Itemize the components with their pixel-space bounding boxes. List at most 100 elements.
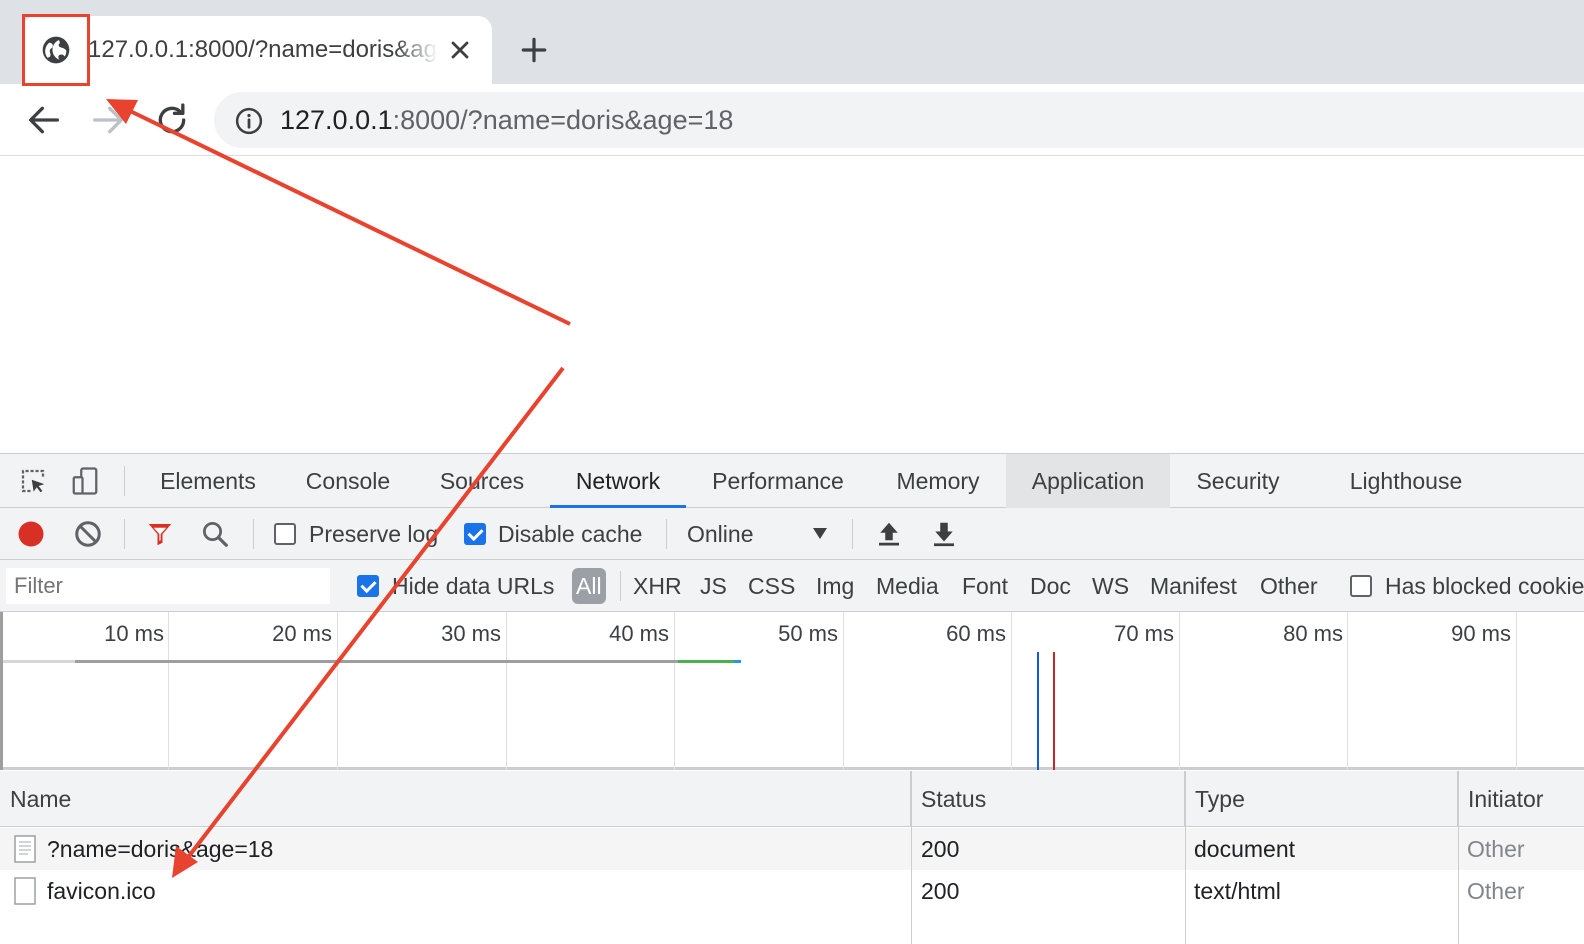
- reload-icon[interactable]: [152, 100, 192, 140]
- upload-icon[interactable]: [874, 519, 904, 549]
- overview-gridline: [1179, 612, 1180, 770]
- overview-tick: 10 ms: [104, 621, 164, 646]
- request-type: document: [1194, 836, 1296, 862]
- request-name: ?name=doris&age=18: [47, 836, 274, 862]
- overview-tick: 30 ms: [441, 621, 501, 646]
- filter-type-doc[interactable]: Doc: [1030, 560, 1071, 612]
- column-name[interactable]: Name: [0, 771, 911, 827]
- tab-performance[interactable]: Performance: [700, 454, 856, 508]
- hide-data-urls-label: Hide data URLs: [392, 573, 555, 599]
- overview-gridline: [168, 612, 169, 770]
- clear-icon[interactable]: [73, 519, 103, 549]
- toolbar-divider: [124, 466, 125, 496]
- column-initiator[interactable]: Initiator: [1458, 771, 1584, 827]
- search-icon[interactable]: [200, 519, 230, 549]
- overview-gridline: [1516, 612, 1517, 770]
- hide-data-urls-checkbox[interactable]: [357, 575, 379, 597]
- url-text: 127.0.0.1:8000/?name=doris&age=18: [280, 103, 733, 137]
- request-status: 200: [921, 878, 960, 904]
- throttling-select[interactable]: Online: [687, 508, 753, 560]
- forward-arrow-icon[interactable]: [88, 100, 128, 140]
- record-icon[interactable]: [16, 519, 46, 549]
- toolbar-divider: [124, 519, 125, 549]
- filter-type-css[interactable]: CSS: [748, 560, 795, 612]
- tab-memory[interactable]: Memory: [878, 454, 998, 508]
- plus-icon[interactable]: [518, 34, 550, 66]
- network-overview[interactable]: 10 ms 20 ms 30 ms 40 ms 50 ms 60 ms 70 m…: [0, 612, 1584, 770]
- back-arrow-icon[interactable]: [24, 100, 64, 140]
- tab-network[interactable]: Network: [550, 454, 686, 508]
- tab-strip: 127.0.0.1:8000/?name=doris&age=18: [0, 0, 1584, 84]
- inspect-element-icon[interactable]: [18, 466, 48, 496]
- overview-tick: 60 ms: [946, 621, 1006, 646]
- overview-left-edge: [0, 612, 3, 770]
- devtools-tab-bar: Elements Console Sources Network Perform…: [0, 454, 1584, 508]
- disable-cache-label: Disable cache: [498, 521, 643, 547]
- overview-queue-bar: [3, 660, 75, 663]
- tab-security[interactable]: Security: [1180, 454, 1296, 508]
- browser-tab[interactable]: 127.0.0.1:8000/?name=doris&age=18: [22, 16, 492, 84]
- preserve-log-checkbox[interactable]: [274, 523, 296, 545]
- filter-input[interactable]: [6, 568, 330, 604]
- overview-receive-bar: [678, 660, 734, 663]
- document-file-icon: [14, 835, 36, 863]
- table-row[interactable]: ?name=doris&age=18 200 document Other: [0, 828, 1584, 870]
- filter-type-font[interactable]: Font: [962, 560, 1008, 612]
- disable-cache-checkbox[interactable]: [464, 523, 486, 545]
- column-type[interactable]: Type: [1185, 771, 1458, 827]
- chevron-down-icon[interactable]: [813, 528, 827, 539]
- url-host: 127.0.0.1: [280, 105, 393, 135]
- filter-type-js[interactable]: JS: [700, 560, 727, 612]
- tab-lighthouse[interactable]: Lighthouse: [1330, 454, 1482, 508]
- tab-title: 127.0.0.1:8000/?name=doris&age=18: [88, 36, 438, 63]
- preserve-log-label: Preserve log: [309, 521, 439, 547]
- favicon-highlight-box: [22, 14, 90, 86]
- close-icon[interactable]: [446, 36, 474, 64]
- overview-tick: 20 ms: [272, 621, 332, 646]
- filter-type-media[interactable]: Media: [876, 560, 939, 612]
- overview-tick: 50 ms: [778, 621, 838, 646]
- overview-gridline: [843, 612, 844, 770]
- devtools-panel: Elements Console Sources Network Perform…: [0, 453, 1584, 944]
- overview-gridline: [1011, 612, 1012, 770]
- address-bar[interactable]: 127.0.0.1:8000/?name=doris&age=18: [214, 92, 1584, 148]
- overview-download-bar: [734, 660, 741, 663]
- download-icon[interactable]: [929, 519, 959, 549]
- has-blocked-cookies-label: Has blocked cookies: [1385, 573, 1584, 599]
- filter-type-img[interactable]: Img: [816, 560, 854, 612]
- request-initiator: Other: [1467, 836, 1525, 862]
- filter-bar: Hide data URLs All XHR JS CSS Img Media …: [0, 560, 1584, 612]
- toolbar-divider: [620, 571, 621, 601]
- has-blocked-cookies-checkbox[interactable]: [1350, 575, 1372, 597]
- domcontentloaded-marker: [1037, 652, 1039, 770]
- column-status[interactable]: Status: [911, 771, 1185, 827]
- browser-toolbar: 127.0.0.1:8000/?name=doris&age=18: [0, 84, 1584, 156]
- filter-type-all[interactable]: All: [572, 568, 606, 604]
- tab-application[interactable]: Application: [1006, 454, 1170, 508]
- overview-waiting-bar: [75, 660, 678, 663]
- overview-tick: 90 ms: [1451, 621, 1511, 646]
- filter-icon[interactable]: [145, 519, 175, 549]
- filter-type-other[interactable]: Other: [1260, 560, 1318, 612]
- tab-sources[interactable]: Sources: [426, 454, 538, 508]
- tab-console[interactable]: Console: [292, 454, 404, 508]
- requests-table-header: Name Status Type Initiator: [0, 771, 1584, 827]
- overview-tick: 70 ms: [1114, 621, 1174, 646]
- column-divider: [1185, 771, 1186, 944]
- column-divider: [911, 771, 912, 944]
- table-row[interactable]: favicon.ico 200 text/html Other: [0, 870, 1584, 912]
- overview-tick: 40 ms: [609, 621, 669, 646]
- request-name: favicon.ico: [47, 878, 156, 904]
- url-path: :8000/?name=doris&age=18: [392, 105, 734, 135]
- info-icon[interactable]: [234, 106, 264, 136]
- tab-elements[interactable]: Elements: [146, 454, 270, 508]
- network-toolbar: Preserve log Disable cache Online: [0, 508, 1584, 560]
- filter-type-xhr[interactable]: XHR: [633, 560, 682, 612]
- request-initiator: Other: [1467, 878, 1525, 904]
- toolbar-divider: [253, 519, 254, 549]
- request-type: text/html: [1194, 878, 1281, 904]
- load-marker: [1053, 652, 1055, 770]
- device-toolbar-icon[interactable]: [70, 466, 100, 496]
- filter-type-manifest[interactable]: Manifest: [1150, 560, 1237, 612]
- filter-type-ws[interactable]: WS: [1092, 560, 1129, 612]
